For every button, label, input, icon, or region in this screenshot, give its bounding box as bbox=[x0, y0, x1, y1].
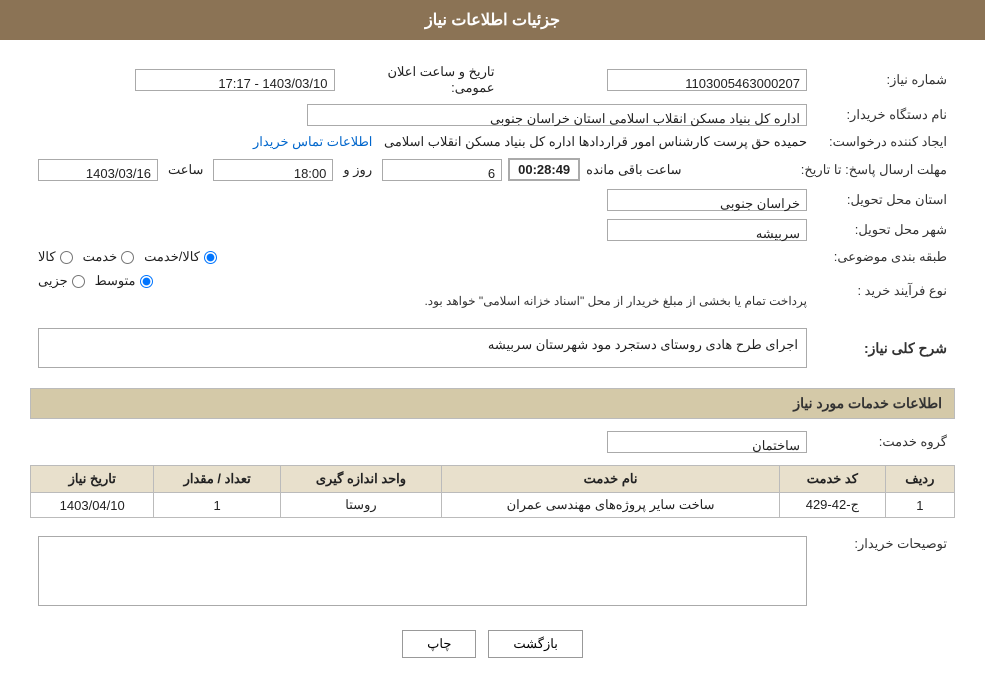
ettelaat-tamas-link[interactable]: اطلاعات تماس خریدار bbox=[253, 134, 372, 149]
value-namDastgah: اداره کل بنیاد مسکن انقلاب اسلامی استان … bbox=[30, 100, 815, 130]
cell-codKhadamat: ج-42-429 bbox=[780, 493, 886, 518]
mohlat-tarikh-value: 1403/03/16 bbox=[38, 159, 158, 181]
label-saat-baghi: ساعت باقی مانده bbox=[586, 162, 681, 178]
cell-radif: 1 bbox=[885, 493, 954, 518]
value-tabaqeh: کالا خدمت کالا/خدمت bbox=[30, 245, 815, 269]
note-farayand: پرداخت تمام یا بخشی از مبلغ خریدار از مح… bbox=[38, 293, 807, 308]
btn-row: بازگشت چاپ bbox=[30, 630, 955, 658]
page-header: جزئیات اطلاعات نیاز bbox=[0, 0, 985, 40]
back-button[interactable]: بازگشت bbox=[488, 630, 582, 658]
label-tarikh: تاریخ و ساعت اعلان عمومی: bbox=[343, 60, 503, 100]
page-title: جزئیات اطلاعات نیاز bbox=[425, 12, 560, 29]
groh-khadamat-table: گروه خدمت: ساختمان bbox=[30, 427, 955, 457]
radio-kala-khadamat[interactable]: کالا/خدمت bbox=[144, 249, 217, 265]
value-shahr: سربیشه bbox=[30, 215, 815, 245]
label-shahr: شهر محل تحویل: bbox=[815, 215, 955, 245]
label-ijadKonande: ایجاد کننده درخواست: bbox=[815, 130, 955, 154]
radio-kala-khadamat-label: کالا/خدمت bbox=[144, 249, 200, 265]
mohlat-roz-value: 6 bbox=[382, 159, 502, 181]
value-touseeh bbox=[30, 528, 815, 614]
label-mohlat: مهلت ارسال پاسخ: تا تاریخ: bbox=[793, 154, 955, 185]
tarikh-value: 1403/03/10 - 17:17 bbox=[135, 69, 335, 91]
value-shomareNiaz: 1103005463000207 bbox=[503, 60, 816, 100]
radio-motavasset-label: متوسط bbox=[95, 273, 136, 289]
label-sharhNiaz: شرح کلی نیاز: bbox=[815, 320, 955, 376]
groh-khadamat-value: ساختمان bbox=[607, 431, 807, 453]
value-noeFarayand: جزیی متوسط پرداخت تمام یا بخشی از مبلغ خ… bbox=[30, 269, 815, 312]
noe-farayand-table: نوع فرآیند خرید : جزیی متوسط پرداخت bbox=[30, 269, 955, 312]
mohlat-saat-value: 18:00 bbox=[213, 159, 333, 181]
radio-kala[interactable]: کالا bbox=[38, 249, 73, 265]
label-ostan: استان محل تحویل: bbox=[815, 185, 955, 215]
page-wrapper: جزئیات اطلاعات نیاز شماره نیاز: 11030054… bbox=[0, 0, 985, 691]
label-grohKhadamat: گروه خدمت: bbox=[815, 427, 955, 457]
label-roz: روز و bbox=[339, 162, 376, 178]
radio-motavasset-input[interactable] bbox=[140, 275, 153, 288]
top-info-table: شماره نیاز: 1103005463000207 تاریخ و ساع… bbox=[30, 60, 955, 100]
value-ostan: خراسان جنوبی bbox=[30, 185, 815, 215]
radio-kala-label: کالا bbox=[38, 249, 56, 265]
cell-namKhadamat: ساخت سایر پروژه‌های مهندسی عمران bbox=[442, 493, 780, 518]
radio-khadamat[interactable]: خدمت bbox=[83, 249, 135, 265]
cell-tarikhNiaz: 1403/04/10 bbox=[31, 493, 154, 518]
cell-tedadMeqdar: 1 bbox=[154, 493, 281, 518]
cell-vahedAndazehgiri: روستا bbox=[280, 493, 441, 518]
label-tabaqeh: طبقه بندی موضوعی: bbox=[815, 245, 955, 269]
value-sharhNiaz: اجرای طرح هادی روستای دستجرد مود شهرستان… bbox=[30, 320, 815, 376]
radio-kala-input[interactable] bbox=[60, 251, 73, 264]
countdown-value: 00:28:49 bbox=[508, 158, 580, 181]
note-text-value: پرداخت تمام یا بخشی از مبلغ خریدار از مح… bbox=[424, 294, 807, 308]
th-nam-khadamat: نام خدمت bbox=[442, 466, 780, 493]
sharh-niaz-value: اجرای طرح هادی روستای دستجرد مود شهرستان… bbox=[488, 337, 798, 352]
radio-jazii[interactable]: جزیی bbox=[38, 273, 85, 289]
radio-khadamat-label: خدمت bbox=[83, 249, 118, 265]
ijadkonande-table: ایجاد کننده درخواست: حمیده حق پرست کارشن… bbox=[30, 130, 955, 154]
value-ijadKonande: حمیده حق پرست کارشناس امور قراردادها ادا… bbox=[30, 130, 815, 154]
touseeh-box[interactable] bbox=[38, 536, 807, 606]
label-touseeh: توصیحات خریدار: bbox=[815, 528, 955, 614]
touseeh-table: توصیحات خریدار: bbox=[30, 528, 955, 614]
shahr-value: سربیشه bbox=[607, 219, 807, 241]
sharh-niaz-box: اجرای طرح هادی روستای دستجرد مود شهرستان… bbox=[38, 328, 807, 368]
content-area: شماره نیاز: 1103005463000207 تاریخ و ساع… bbox=[0, 40, 985, 668]
table-row: 1ج-42-429ساخت سایر پروژه‌های مهندسی عمرا… bbox=[31, 493, 955, 518]
ijad-konande-value: حمیده حق پرست کارشناس امور قراردادها ادا… bbox=[384, 134, 807, 149]
label-saat: ساعت bbox=[164, 162, 207, 178]
tabaqeh-table: طبقه بندی موضوعی: کالا خدمت کالا/خدمت bbox=[30, 245, 955, 269]
nam-dastgah-table: نام دستگاه خریدار: اداره کل بنیاد مسکن ا… bbox=[30, 100, 955, 130]
th-tedad: تعداد / مقدار bbox=[154, 466, 281, 493]
shomare-niaz-value: 1103005463000207 bbox=[607, 69, 807, 91]
radio-kala-khadamat-input[interactable] bbox=[204, 251, 217, 264]
label-namDastgah: نام دستگاه خریدار: bbox=[815, 100, 955, 130]
section-khadamat: اطلاعات خدمات مورد نیاز bbox=[30, 388, 955, 419]
th-radif: ردیف bbox=[885, 466, 954, 493]
value-tarikh: 1403/03/10 - 17:17 bbox=[30, 60, 343, 100]
radio-jazii-label: جزیی bbox=[38, 273, 68, 289]
ostan-table: استان محل تحویل: خراسان جنوبی bbox=[30, 185, 955, 215]
value-mohlat: 1403/03/16 ساعت 18:00 روز و 6 00:28:49 س… bbox=[30, 154, 793, 185]
shahr-table: شهر محل تحویل: سربیشه bbox=[30, 215, 955, 245]
label-noeFarayand: نوع فرآیند خرید : bbox=[815, 269, 955, 312]
th-tarikh-niaz: تاریخ نیاز bbox=[31, 466, 154, 493]
value-grohKhadamat: ساختمان bbox=[30, 427, 815, 457]
th-vahed: واحد اندازه گیری bbox=[280, 466, 441, 493]
radio-khadamat-input[interactable] bbox=[121, 251, 134, 264]
radio-jazii-input[interactable] bbox=[72, 275, 85, 288]
label-shomareNiaz: شماره نیاز: bbox=[815, 60, 955, 100]
print-button[interactable]: چاپ bbox=[402, 630, 476, 658]
service-table: ردیف کد خدمت نام خدمت واحد اندازه گیری ت… bbox=[30, 465, 955, 518]
mohlat-table: مهلت ارسال پاسخ: تا تاریخ: 1403/03/16 سا… bbox=[30, 154, 955, 185]
th-cod-khadamat: کد خدمت bbox=[780, 466, 886, 493]
sharh-niaz-table: شرح کلی نیاز: اجرای طرح هادی روستای دستج… bbox=[30, 320, 955, 376]
ostan-value: خراسان جنوبی bbox=[607, 189, 807, 211]
radio-motavasset[interactable]: متوسط bbox=[95, 273, 153, 289]
nam-dastgah-value: اداره کل بنیاد مسکن انقلاب اسلامی استان … bbox=[307, 104, 807, 126]
